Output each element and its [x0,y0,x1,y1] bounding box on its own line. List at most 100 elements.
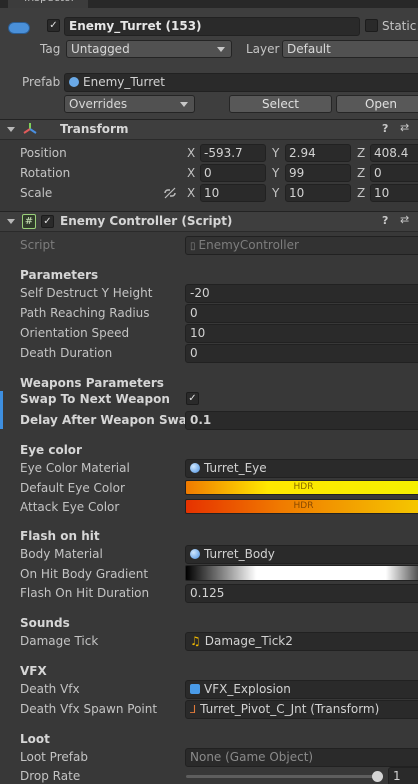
select-button[interactable]: Select [229,95,332,113]
loot-prefab-label: Loot Prefab [20,750,88,764]
constrain-proportions-icon[interactable] [163,187,177,199]
flash-duration-label: Flash On Hit Duration [20,586,150,600]
rotation-y-field[interactable]: 99 [285,164,351,182]
rotation-z-field[interactable]: 0 [370,164,418,182]
prefab-value: Enemy_Turret [83,75,165,89]
swap-weapon-checkbox[interactable]: ✓ [186,392,199,405]
layer-dropdown[interactable]: Default [282,40,418,58]
chevron-down-icon [217,47,225,52]
drop-rate-label: Drop Rate [20,769,81,783]
damage-tick-value: Damage_Tick2 [204,634,293,648]
overrides-label: Overrides [69,97,128,111]
body-material-label: Body Material [20,547,103,561]
death-vfx-field[interactable]: VFX_Explosion [185,680,418,699]
object-name-field[interactable]: Enemy_Turret (153) [64,17,360,36]
section-eye-color: Eye color [20,443,82,457]
foldout-arrow-icon[interactable] [7,127,15,132]
death-duration-label: Death Duration [20,346,113,360]
prefab-label: Prefab [22,75,61,89]
position-x-axis[interactable]: X [187,146,195,160]
static-label: Static [382,19,417,33]
foldout-arrow-icon[interactable] [7,219,15,224]
spawn-point-field[interactable]: ⅃ Turret_Pivot_C_Jnt (Transform) [185,700,418,719]
position-y-axis[interactable]: Y [272,146,279,160]
loot-prefab-field[interactable]: None (Game Object) [185,748,418,767]
script-enabled-checkbox[interactable]: ✓ [41,215,54,228]
position-z-field[interactable]: 408.4 [370,144,418,162]
swap-weapon-label: Swap To Next Weapon [20,392,170,406]
section-weapons: Weapons Parameters [20,376,164,390]
audio-clip-icon: ♫ [190,634,201,648]
drop-rate-field[interactable]: 1 [388,767,418,784]
settings-icon[interactable]: ⇄ [400,213,409,226]
scale-y-axis[interactable]: Y [272,186,279,200]
path-radius-label: Path Reaching Radius [20,306,150,320]
rotation-x-field[interactable]: 0 [200,164,266,182]
static-checkbox[interactable] [365,19,378,32]
rotation-x-axis[interactable]: X [187,166,195,180]
hit-gradient-swatch[interactable] [185,565,418,581]
self-destruct-field[interactable]: -20 [185,284,418,303]
scale-z-axis[interactable]: Z [357,186,365,200]
section-vfx: VFX [20,664,47,678]
path-radius-field[interactable]: 0 [185,304,418,323]
script-component-title: Enemy Controller (Script) [60,214,233,228]
scale-y-field[interactable]: 10 [285,184,351,202]
attack-eye-color-swatch[interactable]: HDR [185,499,418,514]
transform-icon: ⅃ [190,703,197,716]
scale-x-field[interactable]: 10 [200,184,266,202]
tab-inspector[interactable]: Inspector [8,0,88,8]
body-material-field[interactable]: Turret_Body [185,545,418,564]
active-checkbox[interactable]: ✓ [47,19,60,32]
drop-rate-slider-track[interactable] [186,775,382,778]
transform-axes-icon [23,123,37,134]
layer-value: Default [287,42,331,56]
damage-tick-label: Damage Tick [20,634,99,648]
script-value: EnemyController [198,238,299,252]
scale-x-axis[interactable]: X [187,186,195,200]
position-y-field[interactable]: 2.94 [285,144,351,162]
scale-label: Scale [20,186,53,200]
spawn-point-label: Death Vfx Spawn Point [20,702,158,716]
chevron-down-icon [180,102,188,107]
eye-material-label: Eye Color Material [20,461,130,475]
settings-icon[interactable]: ⇄ [400,121,409,134]
transform-title: Transform [60,122,129,136]
death-duration-field[interactable]: 0 [185,344,418,363]
attack-eye-label: Attack Eye Color [20,500,120,514]
rotation-y-axis[interactable]: Y [272,166,279,180]
overrides-dropdown[interactable]: Overrides [64,95,195,113]
material-icon [190,549,200,559]
flash-duration-field[interactable]: 0.125 [185,584,418,603]
tag-value: Untagged [71,42,130,56]
material-icon [190,463,200,473]
default-eye-label: Default Eye Color [20,481,125,495]
rotation-label: Rotation [20,166,71,180]
eye-material-value: Turret_Eye [204,461,267,475]
help-icon[interactable]: ? [382,122,388,135]
death-vfx-label: Death Vfx [20,682,80,696]
position-z-axis[interactable]: Z [357,146,365,160]
orientation-speed-field[interactable]: 10 [185,324,418,343]
position-x-field[interactable]: -593.7 [200,144,266,162]
script-label: Script [20,238,55,252]
default-eye-color-swatch[interactable]: HDR [185,480,418,495]
rotation-z-axis[interactable]: Z [357,166,365,180]
tag-dropdown[interactable]: Untagged [66,40,232,58]
prefab-icon [190,684,200,694]
drop-rate-slider-handle[interactable] [372,771,383,782]
damage-tick-field[interactable]: ♫ Damage_Tick2 [185,632,418,651]
override-indicator [0,391,3,429]
delay-swap-field[interactable]: 0.1 [185,411,418,430]
help-icon[interactable]: ? [382,214,388,227]
script-file-icon: ▯ [190,241,196,252]
open-button[interactable]: Open [336,95,418,113]
hit-gradient-label: On Hit Body Gradient [20,567,149,581]
body-material-value: Turret_Body [204,547,275,561]
scale-z-field[interactable]: 10 [370,184,418,202]
section-flash-on-hit: Flash on hit [20,529,100,543]
layer-label: Layer [246,42,280,56]
self-destruct-label: Self Destruct Y Height [20,286,153,300]
eye-material-field[interactable]: Turret_Eye [185,459,418,478]
prefab-field[interactable]: Enemy_Turret [64,73,418,92]
